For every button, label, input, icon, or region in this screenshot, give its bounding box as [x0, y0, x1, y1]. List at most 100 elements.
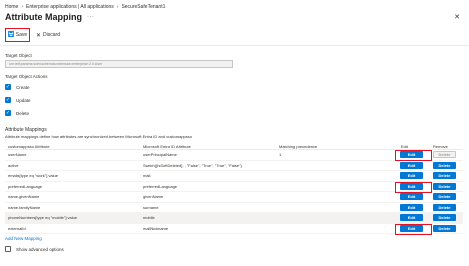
close-icon[interactable]: ✕	[454, 13, 460, 21]
title-row: Attribute Mapping ···	[5, 11, 95, 22]
breadcrumb-home[interactable]: Home	[5, 4, 18, 10]
toolbar: Save ✕ Discard	[5, 28, 63, 42]
edit-cell: Edit	[395, 150, 430, 160]
entra-attribute-cell: preferredLanguage	[143, 183, 178, 189]
delete-button[interactable]: Delete	[433, 151, 456, 159]
target-object-field: urn:ietf:params:scim:schemas:extension:e…	[5, 60, 233, 68]
advanced-options-checkbox[interactable]	[5, 246, 11, 252]
entra-attribute-cell: Switch([IsSoftDeleted], , "False", "True…	[143, 162, 242, 168]
remove-cell: Delete	[433, 171, 461, 181]
table-row: name.familyName surname Edit Delete	[5, 203, 463, 213]
customappsso-attribute-cell: active	[8, 162, 19, 168]
breadcrumb-app[interactable]: SecureSafeTenant1	[121, 4, 165, 10]
edit-cell: Edit	[395, 203, 430, 213]
matching-precedence-cell: 1	[279, 152, 282, 158]
delete-button[interactable]: Delete	[433, 193, 456, 201]
discard-button[interactable]: ✕ Discard	[33, 28, 63, 42]
edit-button[interactable]: Edit	[400, 182, 423, 190]
customappsso-attribute-cell: name.familyName	[8, 204, 41, 210]
matching-precedence-cell	[279, 171, 389, 181]
edit-cell: Edit	[395, 182, 430, 192]
delete-button[interactable]: Delete	[433, 182, 456, 190]
delete-checkbox-row[interactable]: ✓ Delete	[5, 110, 29, 116]
customappsso-attribute-cell: name.givenName	[8, 194, 40, 200]
edit-button[interactable]: Edit	[400, 193, 423, 201]
table-row: externalId mailNickname Edit Delete	[5, 223, 463, 235]
remove-cell: Delete	[433, 213, 461, 223]
table-row: name.givenName givenName Edit Delete	[5, 192, 463, 203]
edit-button[interactable]: Edit	[400, 214, 423, 222]
table-row: preferredLanguage preferredLanguage Edit De…	[5, 181, 463, 193]
matching-precedence-cell	[279, 161, 389, 171]
remove-cell: Delete	[433, 203, 461, 213]
table-row: active Switch([IsSoftDeleted], , "False",…	[5, 161, 463, 171]
update-checkbox[interactable]: ✓	[5, 97, 11, 103]
attribute-mappings-table: customappsso Attribute Microsoft Entra I…	[5, 143, 463, 235]
edit-button[interactable]: Edit	[400, 224, 423, 232]
edit-cell: Edit	[395, 161, 430, 171]
breadcrumb-separator: ›	[21, 4, 24, 10]
matching-precedence-cell	[279, 182, 389, 192]
delete-button[interactable]: Delete	[433, 203, 456, 211]
create-label: Create	[16, 84, 30, 90]
delete-button[interactable]: Delete	[433, 214, 456, 222]
edit-cell: Edit	[395, 224, 430, 234]
column-header-precedence: Matching precedence	[279, 143, 318, 149]
breadcrumb: Home › Enterprise applications | All app…	[5, 3, 165, 11]
save-button[interactable]: Save	[5, 28, 30, 42]
column-header-entra: Microsoft Entra ID Attribute	[143, 143, 191, 149]
table-row: phoneNumbers[type eq "mobile"].value mobi…	[5, 213, 463, 224]
target-object-label: Target Object	[5, 53, 32, 58]
add-new-mapping-link[interactable]: Add New Mapping	[5, 236, 42, 241]
advanced-options-row[interactable]: Show advanced options	[5, 246, 64, 252]
create-checkbox[interactable]: ✓	[5, 84, 11, 90]
matching-precedence-cell	[279, 213, 389, 223]
matching-precedence-cell	[279, 224, 389, 234]
update-label: Update	[16, 97, 31, 103]
save-label: Save	[15, 32, 28, 38]
breadcrumb-separator: ›	[116, 4, 119, 10]
table-row: emails[type eq "work"].value mail Edit Dele…	[5, 171, 463, 182]
edit-cell: Edit	[395, 213, 430, 223]
delete-label: Delete	[16, 110, 30, 116]
customappsso-attribute-cell: preferredLanguage	[8, 183, 43, 189]
remove-cell: Delete	[433, 182, 461, 192]
matching-precedence-cell	[279, 203, 389, 213]
edit-cell: Edit	[395, 171, 430, 181]
delete-button[interactable]: Delete	[433, 224, 456, 232]
delete-button[interactable]: Delete	[433, 161, 456, 169]
entra-attribute-cell: mail	[143, 173, 151, 179]
delete-checkbox[interactable]: ✓	[5, 110, 11, 116]
update-checkbox-row[interactable]: ✓ Update	[5, 97, 31, 103]
entra-attribute-cell: mobile	[143, 215, 155, 221]
column-header-customappsso: customappsso Attribute	[8, 143, 50, 149]
discard-icon: ✕	[36, 32, 42, 39]
attribute-mappings-heading: Attribute Mappings	[5, 127, 47, 133]
column-header-edit: Edit	[401, 143, 408, 149]
create-checkbox-row[interactable]: ✓ Create	[5, 84, 30, 90]
table-header: customappsso Attribute Microsoft Entra I…	[5, 143, 463, 150]
breadcrumb-enterprise-apps[interactable]: Enterprise applications | All applicatio…	[26, 4, 114, 10]
delete-button[interactable]: Delete	[433, 172, 456, 180]
customappsso-attribute-cell: phoneNumbers[type eq "mobile"].value	[8, 215, 78, 221]
entra-attribute-cell: userPrincipalName	[143, 152, 177, 158]
edit-button[interactable]: Edit	[400, 151, 423, 159]
remove-cell: Delete	[433, 161, 461, 171]
toolbar-divider	[0, 45, 469, 46]
discard-label: Discard	[43, 32, 60, 38]
customappsso-attribute-cell: emails[type eq "work"].value	[8, 173, 58, 179]
customappsso-attribute-cell: externalId	[8, 225, 26, 231]
edit-button[interactable]: Edit	[400, 203, 423, 211]
remove-cell: Delete	[433, 150, 461, 160]
attribute-mappings-description: Attribute mappings define how attributes…	[5, 134, 192, 139]
page-title: Attribute Mapping	[5, 11, 82, 22]
remove-cell: Delete	[433, 224, 461, 234]
remove-cell: Delete	[433, 192, 461, 202]
save-icon	[7, 31, 14, 39]
edit-button[interactable]: Edit	[400, 172, 423, 180]
more-icon[interactable]: ···	[87, 14, 95, 20]
entra-attribute-cell: givenName	[143, 194, 164, 200]
target-actions-label: Target Object Actions	[5, 74, 48, 79]
matching-precedence-cell	[279, 192, 389, 202]
edit-button[interactable]: Edit	[400, 161, 423, 169]
